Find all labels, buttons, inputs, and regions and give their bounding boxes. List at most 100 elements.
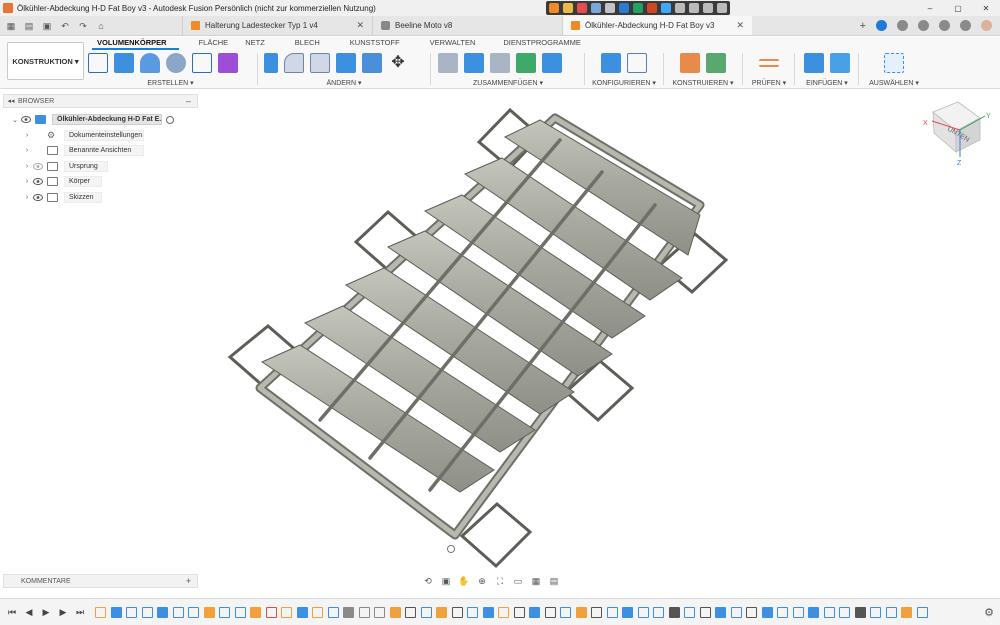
close-button[interactable]: ✕ — [972, 0, 1000, 16]
orbit-icon[interactable]: ⟲ — [422, 576, 434, 586]
grid-settings-icon[interactable]: ▦ — [530, 576, 542, 586]
group-label[interactable]: ÄNDERN ▾ — [264, 79, 424, 87]
browser-minimize-icon[interactable]: – — [186, 96, 191, 106]
timeline-feature-icon[interactable] — [761, 606, 773, 618]
tree-item-koerper[interactable]: › Körper — [10, 174, 200, 190]
as-built-joint-icon[interactable] — [490, 53, 510, 73]
timeline-feature-icon[interactable] — [901, 606, 912, 618]
timeline-feature-icon[interactable] — [606, 606, 618, 618]
timeline-feature-icon[interactable] — [730, 606, 742, 618]
joint-icon[interactable] — [464, 53, 484, 73]
timeline-feature-icon[interactable] — [777, 606, 788, 618]
rigid-group-icon[interactable] — [542, 53, 562, 73]
group-label[interactable]: ZUSAMMENFÜGEN ▾ — [438, 79, 578, 87]
fusion-taskbar-icon[interactable] — [549, 3, 559, 13]
chamfer-icon[interactable] — [310, 53, 330, 73]
add-comment-icon[interactable]: + — [186, 576, 191, 586]
timeline-feature-icon[interactable] — [188, 606, 199, 618]
timeline-feature-icon[interactable] — [358, 606, 370, 618]
comments-panel[interactable]: KOMMENTARE + — [3, 574, 198, 588]
chevron-right-icon[interactable]: › — [22, 194, 32, 201]
configure-icon[interactable] — [601, 53, 621, 73]
browser-taskbar-icon[interactable] — [577, 3, 587, 13]
fillet-icon[interactable] — [284, 53, 304, 73]
timeline-feature-icon[interactable] — [575, 606, 587, 618]
browser-collapse-icon[interactable]: ◂◂ — [4, 97, 18, 105]
browser-panel-header[interactable]: ◂◂ BROWSER – — [3, 94, 198, 108]
select-icon[interactable] — [884, 53, 904, 73]
look-at-icon[interactable]: ▣ — [440, 576, 452, 586]
insert-derive-icon[interactable] — [804, 53, 824, 73]
timeline-feature-icon[interactable] — [746, 606, 757, 618]
document-tab[interactable]: Halterung Ladestecker Typ 1 v4 ✕ — [182, 16, 372, 35]
notifications-icon[interactable] — [939, 20, 950, 31]
table-icon[interactable] — [627, 53, 647, 73]
lock-icon[interactable] — [717, 3, 727, 13]
group-label[interactable]: ERSTELLEN ▾ — [88, 79, 253, 87]
timeline-feature-icon[interactable] — [110, 606, 122, 618]
extensions-icon[interactable] — [876, 20, 887, 31]
timeline-feature-icon[interactable] — [312, 606, 323, 618]
powerpoint-taskbar-icon[interactable] — [647, 3, 657, 13]
timeline-feature-icon[interactable] — [839, 606, 850, 618]
tree-item-benannte-ansichten[interactable]: › Benannte Ansichten — [10, 143, 200, 159]
save-icon[interactable]: ▣ — [42, 21, 52, 31]
group-label[interactable]: PRÜFEN ▾ — [748, 79, 790, 87]
timeline-feature-icon[interactable] — [823, 606, 835, 618]
help-icon[interactable] — [960, 20, 971, 31]
joint-origin-icon[interactable] — [516, 53, 536, 73]
step-forward-icon[interactable]: ▶ — [58, 607, 68, 618]
plane-icon[interactable] — [706, 53, 726, 73]
timeline-feature-icon[interactable] — [126, 606, 137, 618]
timeline-feature-icon[interactable] — [792, 606, 804, 618]
revolve-icon[interactable] — [140, 53, 160, 73]
folder-taskbar-icon[interactable] — [563, 3, 573, 13]
extrude-icon[interactable] — [114, 53, 134, 73]
app-taskbar-icon[interactable] — [591, 3, 601, 13]
display-settings-icon[interactable]: ▭ — [512, 576, 524, 586]
eye-icon[interactable] — [32, 178, 44, 186]
new-tab-icon[interactable]: + — [860, 20, 866, 32]
go-to-end-icon[interactable]: ⏭ — [75, 607, 85, 618]
timeline-feature-icon[interactable] — [467, 606, 478, 618]
timeline-feature-icon[interactable] — [219, 606, 230, 618]
tab-blech[interactable]: BLECH — [277, 38, 332, 50]
hole-icon[interactable] — [166, 53, 186, 73]
play-icon[interactable]: ▶ — [41, 607, 51, 618]
combine-icon[interactable] — [362, 53, 382, 73]
timeline-feature-icon[interactable] — [296, 606, 308, 618]
timeline-feature-icon[interactable] — [715, 606, 726, 618]
activate-radio-icon[interactable] — [166, 115, 174, 124]
minimize-button[interactable]: – — [916, 0, 944, 16]
eye-icon[interactable] — [32, 193, 44, 201]
measure-icon[interactable] — [759, 59, 779, 67]
excel-taskbar-icon[interactable] — [633, 3, 643, 13]
chevron-right-icon[interactable]: › — [22, 132, 32, 139]
timeline-feature-icon[interactable] — [653, 606, 664, 618]
timeline-feature-icon[interactable] — [374, 606, 385, 618]
group-label[interactable]: KONSTRUIEREN ▾ — [668, 79, 738, 87]
rewind-icon[interactable] — [675, 3, 685, 13]
create-form-icon[interactable] — [218, 53, 238, 73]
timeline-settings-icon[interactable]: ⚙ — [978, 606, 1000, 619]
maximize-button[interactable]: ▢ — [944, 0, 972, 16]
timeline-feature-icon[interactable] — [141, 606, 153, 618]
timeline-feature-icon[interactable] — [560, 606, 571, 618]
timeline-feature-icon[interactable] — [95, 606, 106, 618]
create-sketch-icon[interactable] — [88, 53, 108, 73]
timeline-feature-icon[interactable] — [529, 606, 540, 618]
home-icon[interactable]: ⌂ — [96, 21, 106, 31]
timeline-feature-icon[interactable] — [389, 606, 401, 618]
timeline-feature-icon[interactable] — [327, 606, 339, 618]
tab-close-icon[interactable]: ✕ — [356, 20, 364, 31]
timeline-feature-icon[interactable] — [234, 606, 246, 618]
insert-image-icon[interactable] — [830, 53, 850, 73]
eye-hidden-icon[interactable] — [32, 162, 44, 170]
chevron-down-icon[interactable]: ⌄ — [10, 116, 20, 124]
shell-icon[interactable] — [336, 53, 356, 73]
group-label[interactable]: AUSWÄHLEN ▾ — [864, 79, 924, 87]
timeline-feature-icon[interactable] — [591, 606, 602, 618]
timeline-feature-icon[interactable] — [482, 606, 494, 618]
timeline-feature-icon[interactable] — [343, 606, 354, 618]
timeline-feature-icon[interactable] — [281, 606, 292, 618]
